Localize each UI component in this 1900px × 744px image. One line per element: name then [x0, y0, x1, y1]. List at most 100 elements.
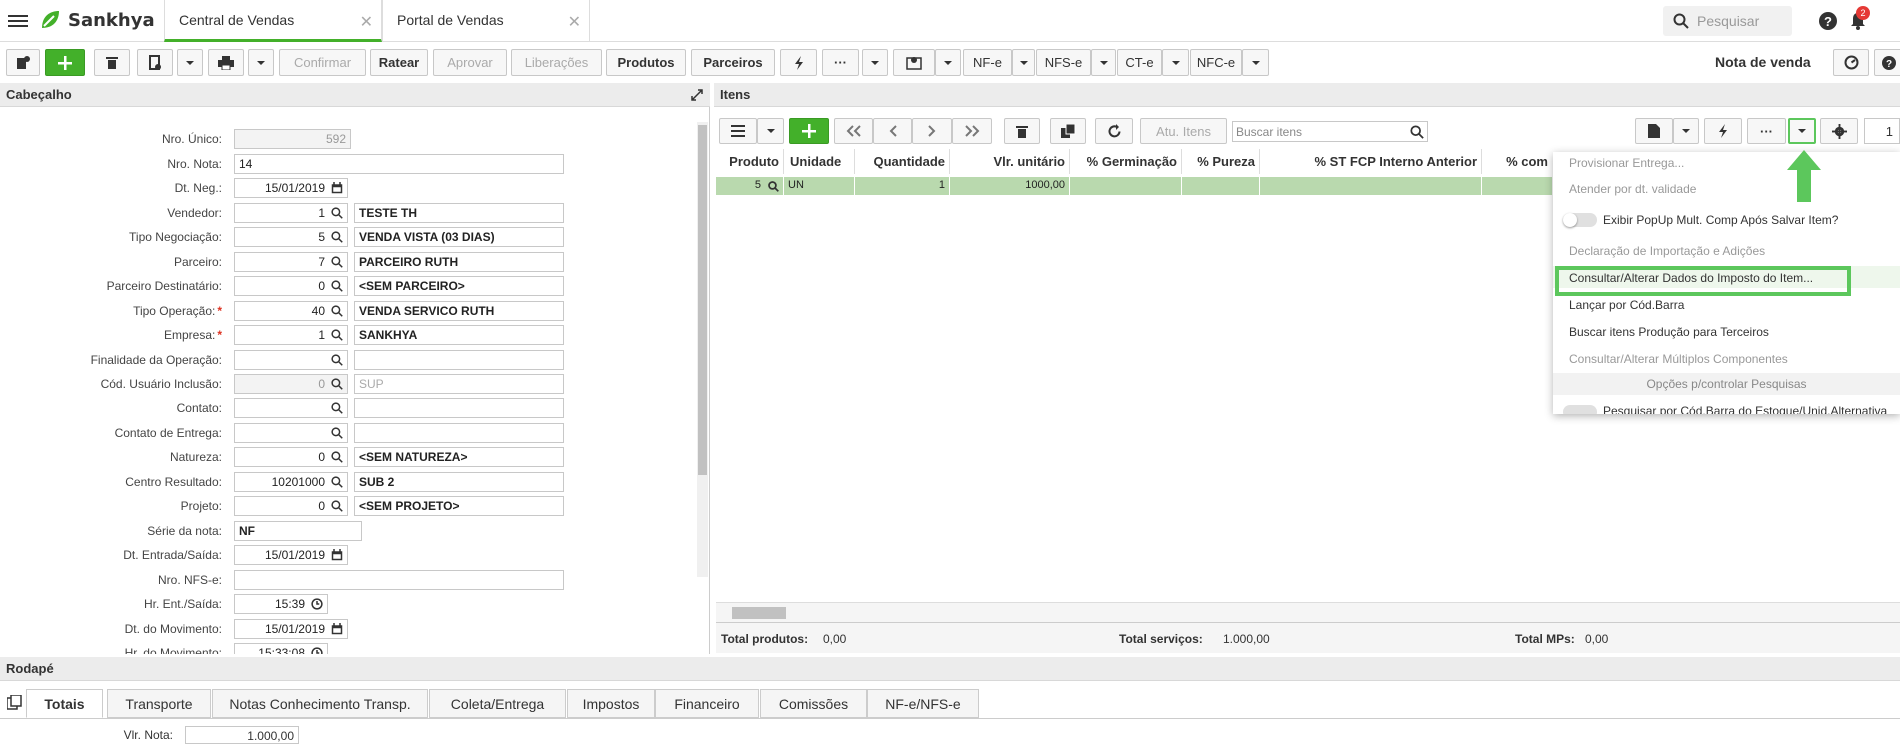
- time-field[interactable]: 15:39: [234, 594, 328, 614]
- code-field[interactable]: 0: [234, 496, 348, 516]
- tab-rodape[interactable]: Comissões: [760, 689, 867, 718]
- cell-unidade[interactable]: UN: [784, 177, 855, 195]
- settings-button[interactable]: [1820, 118, 1858, 144]
- cte-dropdown[interactable]: [1162, 49, 1189, 76]
- code-field[interactable]: [234, 423, 348, 443]
- scrollbar-thumb[interactable]: [732, 607, 786, 619]
- export-button[interactable]: [1635, 118, 1673, 144]
- description-field[interactable]: <SEM PROJETO>: [354, 496, 564, 516]
- search-icon[interactable]: [331, 427, 343, 439]
- next-button[interactable]: [912, 118, 952, 144]
- col-pureza[interactable]: % Pureza: [1182, 149, 1260, 174]
- code-field[interactable]: 5: [234, 227, 348, 247]
- atu-itens-button[interactable]: Atu. Itens: [1140, 118, 1227, 144]
- date-field[interactable]: 15/01/2019: [234, 545, 348, 565]
- refresh-button[interactable]: [1095, 118, 1133, 144]
- clock-icon[interactable]: [311, 598, 323, 610]
- tab-rodape[interactable]: Notas Conhecimento Transp.: [212, 689, 428, 718]
- time-field[interactable]: 15:33:08: [234, 643, 328, 654]
- menu-item-multiplos-componentes[interactable]: Consultar/Alterar Múltiplos Componentes: [1569, 352, 1788, 366]
- print-dropdown[interactable]: [248, 49, 274, 76]
- tab-central-de-vendas[interactable]: Central de Vendas ✕: [164, 0, 382, 42]
- more-button[interactable]: ···: [822, 49, 859, 76]
- description-field[interactable]: [354, 423, 564, 443]
- export-dropdown[interactable]: [1673, 118, 1699, 144]
- menu-item-pesquisar-cod-barra[interactable]: Pesquisar por Cód.Barra do Estoque/Unid.…: [1603, 404, 1887, 414]
- tab-rodape[interactable]: Totais: [26, 689, 103, 718]
- description-field[interactable]: SANKHYA: [354, 325, 564, 345]
- col-produto[interactable]: Produto: [716, 149, 784, 174]
- liberacoes-button[interactable]: Liberações: [511, 49, 602, 76]
- nfce-button[interactable]: NFC-e: [1190, 49, 1242, 76]
- code-field[interactable]: 1: [234, 325, 348, 345]
- search-icon[interactable]: [331, 378, 343, 390]
- expand-icon[interactable]: [690, 88, 704, 102]
- toggle-pesquisar-cod-barra[interactable]: [1563, 405, 1597, 414]
- search-icon[interactable]: [1410, 125, 1424, 139]
- cell-germinacao[interactable]: [1070, 177, 1182, 195]
- code-field[interactable]: 40: [234, 301, 348, 321]
- description-field[interactable]: [354, 398, 564, 418]
- horizontal-scrollbar[interactable]: [716, 602, 1900, 622]
- nfse-dropdown[interactable]: [1091, 49, 1116, 76]
- description-field[interactable]: [354, 350, 564, 370]
- nfce-dropdown[interactable]: [1242, 49, 1269, 76]
- menu-item-atender-validade[interactable]: Atender por dt. validade: [1569, 182, 1696, 196]
- add-button[interactable]: [45, 49, 85, 76]
- serie-field[interactable]: NF: [234, 521, 362, 541]
- help-button[interactable]: ?: [1874, 49, 1900, 76]
- col-unidade[interactable]: Unidade: [784, 149, 855, 174]
- item-search-input[interactable]: Buscar itens: [1232, 121, 1428, 142]
- col-germinacao[interactable]: % Germinação: [1070, 149, 1182, 174]
- cell-vlr-unitario[interactable]: 1000,00: [950, 177, 1070, 195]
- vlr-nota-field[interactable]: 1.000,00: [185, 726, 299, 744]
- document-dropdown[interactable]: [177, 49, 203, 76]
- code-field[interactable]: 1: [234, 203, 348, 223]
- nro-unico-field[interactable]: 592: [234, 129, 351, 149]
- duplicate-button[interactable]: [1050, 118, 1086, 144]
- search-icon[interactable]: [331, 329, 343, 341]
- item-more-button[interactable]: ···: [1747, 118, 1786, 144]
- clock-icon[interactable]: [311, 647, 323, 654]
- nro-nota-field[interactable]: 14: [234, 154, 564, 174]
- refresh-status-button[interactable]: [1833, 49, 1869, 76]
- search-icon[interactable]: [331, 476, 343, 488]
- list-view-button[interactable]: [719, 118, 757, 144]
- produtos-button[interactable]: Produtos: [606, 49, 686, 76]
- more-dropdown[interactable]: [862, 49, 888, 76]
- col-quantidade[interactable]: Quantidade: [855, 149, 950, 174]
- search-icon[interactable]: [331, 305, 343, 317]
- search-icon[interactable]: [331, 231, 343, 243]
- map-dropdown[interactable]: [935, 49, 961, 76]
- nfse-button[interactable]: NFS-e: [1036, 49, 1091, 76]
- toggle-popup-mult-comp[interactable]: [1563, 213, 1597, 227]
- last-page-button[interactable]: [952, 118, 992, 144]
- actions-button[interactable]: [780, 49, 817, 76]
- description-field[interactable]: TESTE TH: [354, 203, 564, 223]
- delete-button[interactable]: [94, 49, 130, 76]
- code-field[interactable]: 0: [234, 276, 348, 296]
- date-field[interactable]: 15/01/2019: [234, 619, 348, 639]
- nfe-button[interactable]: NF-e: [963, 49, 1012, 76]
- help-icon[interactable]: ?: [1818, 11, 1838, 31]
- scrollbar[interactable]: [697, 122, 708, 577]
- first-page-button[interactable]: [834, 118, 873, 144]
- tab-rodape[interactable]: Transporte: [107, 689, 211, 718]
- scrollbar-thumb[interactable]: [698, 125, 707, 475]
- col-vlr-unitario[interactable]: Vlr. unitário: [950, 149, 1070, 174]
- search-icon[interactable]: [331, 451, 343, 463]
- code-field[interactable]: 0: [234, 374, 348, 394]
- code-field[interactable]: 0: [234, 447, 348, 467]
- item-actions-button[interactable]: [1704, 118, 1742, 144]
- tab-portal-de-vendas[interactable]: Portal de Vendas ✕: [382, 0, 590, 42]
- code-field[interactable]: [234, 350, 348, 370]
- delete-item-button[interactable]: [1004, 118, 1040, 144]
- brand-logo[interactable]: Sankhya: [38, 8, 155, 32]
- description-field[interactable]: <SEM PARCEIRO>: [354, 276, 564, 296]
- tab-rodape[interactable]: Impostos: [567, 689, 655, 718]
- search-icon[interactable]: [331, 256, 343, 268]
- close-icon[interactable]: ✕: [360, 12, 373, 32]
- tab-rodape[interactable]: Coleta/Entrega: [429, 689, 566, 718]
- description-field[interactable]: VENDA VISTA (03 DIAS): [354, 227, 564, 247]
- map-button[interactable]: [893, 49, 935, 76]
